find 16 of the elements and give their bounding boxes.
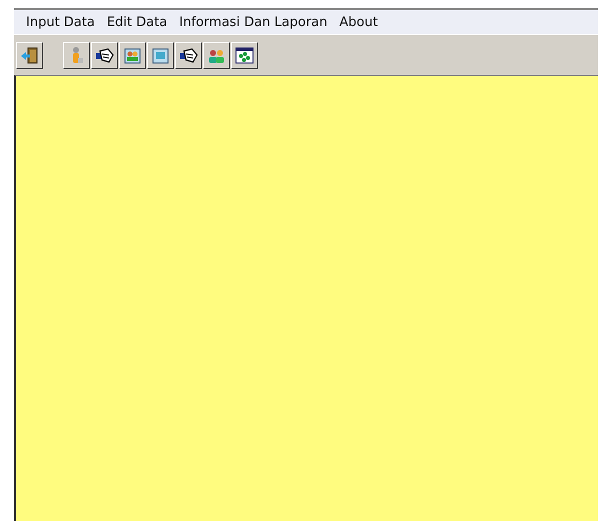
toolbar-button[interactable] <box>147 42 174 68</box>
menu-item[interactable]: About <box>333 14 384 30</box>
toolbar-button[interactable] <box>231 42 258 68</box>
menu-item[interactable]: Edit Data <box>100 14 174 30</box>
toolbar-button[interactable] <box>119 42 146 68</box>
toolbar-button[interactable] <box>203 42 230 68</box>
toolbar-button[interactable] <box>63 42 90 68</box>
window-icon <box>235 46 254 64</box>
menu-item[interactable]: Input Data <box>20 14 101 30</box>
door-icon <box>20 46 39 64</box>
toolbar-button[interactable] <box>16 42 43 68</box>
toolbar-button[interactable] <box>91 42 118 68</box>
card-icon <box>151 46 170 64</box>
contact-card-icon <box>123 46 142 64</box>
toolbar-button[interactable] <box>175 42 202 68</box>
menu-item[interactable]: Informasi Dan Laporan <box>173 14 334 30</box>
